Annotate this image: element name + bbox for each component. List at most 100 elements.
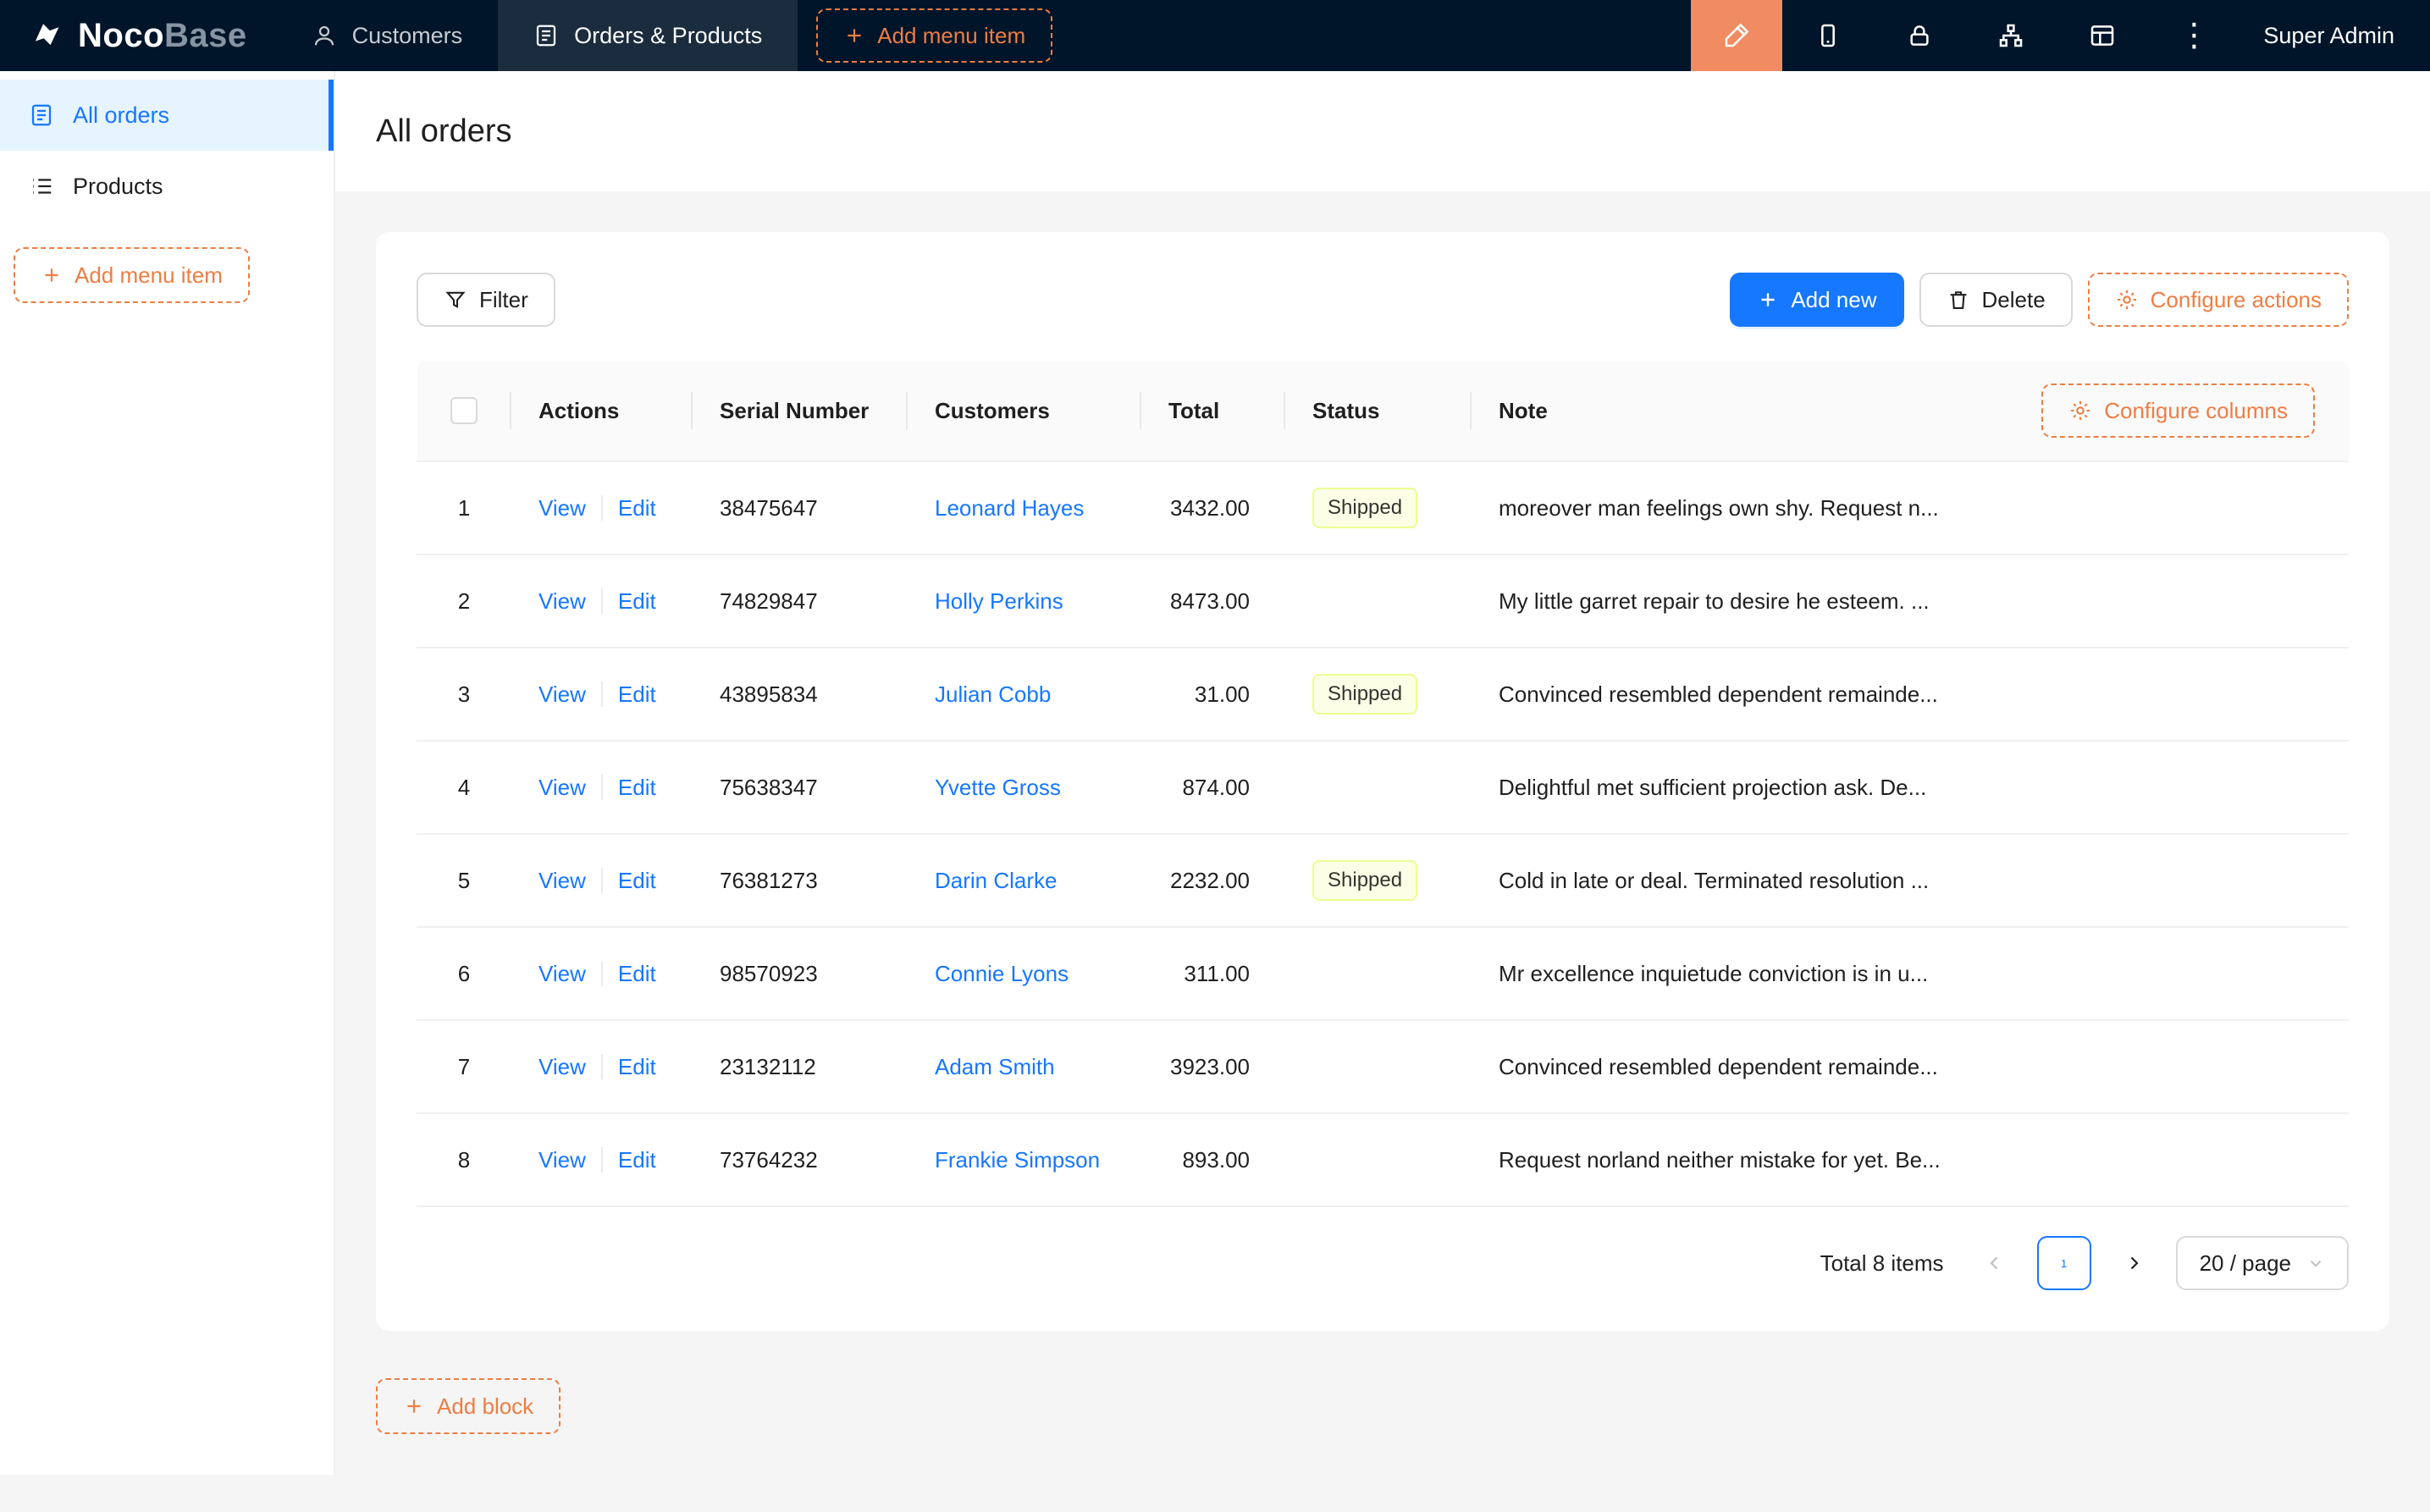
edit-link[interactable]: Edit [618, 961, 656, 987]
edit-link[interactable]: Edit [618, 775, 656, 801]
serial-number-value: 43895834 [693, 682, 908, 708]
row-actions: View Edit [511, 1054, 693, 1080]
app-root: NocoBase Customers Orders & Products [0, 0, 2430, 1475]
page-size-value: 20 / page [2200, 1250, 2291, 1277]
select-all-checkbox[interactable] [450, 397, 478, 424]
top-menu-item-customers[interactable]: Customers [276, 0, 499, 71]
view-link[interactable]: View [538, 682, 586, 708]
add-menu-item-button[interactable]: Add menu item [816, 8, 1052, 63]
header-checkbox-cell [417, 361, 511, 461]
gear-icon [2068, 399, 2092, 422]
divider [601, 588, 603, 614]
customer-cell: Julian Cobb [908, 682, 1141, 708]
row-actions: View Edit [511, 868, 693, 894]
view-link[interactable]: View [538, 1054, 586, 1080]
top-menu-label: Orders & Products [574, 23, 762, 49]
view-link[interactable]: View [538, 775, 586, 801]
view-link[interactable]: View [538, 588, 586, 615]
filter-button[interactable]: Filter [417, 273, 555, 327]
customer-link[interactable]: Leonard Hayes [935, 495, 1084, 521]
sidebar-item-products[interactable]: Products [0, 151, 334, 222]
row-index: 8 [417, 1147, 511, 1173]
column-header-status: Status [1285, 361, 1472, 461]
table-header-row: Actions Serial Number Customers Total St… [417, 361, 2349, 462]
pagination-next-button[interactable] [2107, 1236, 2161, 1290]
view-link[interactable]: View [538, 868, 586, 894]
edit-link[interactable]: Edit [618, 495, 656, 521]
status-tag: Shipped [1312, 488, 1417, 528]
delete-button[interactable]: Delete [1919, 273, 2073, 327]
customer-link[interactable]: Darin Clarke [935, 868, 1058, 893]
table-row: 4 View Edit 75638347 Yvette Gross 874.00… [417, 742, 2349, 835]
page-title: All orders [376, 113, 512, 150]
note-text: Convinced resembled dependent remainde..… [1472, 1054, 2349, 1080]
row-index: 6 [417, 961, 511, 987]
page-size-select[interactable]: 20 / page [2176, 1236, 2349, 1290]
user-menu[interactable]: Super Admin [2239, 0, 2430, 71]
top-menu-label: Customers [352, 23, 463, 49]
pagination-page-1[interactable]: 1 [2037, 1236, 2091, 1290]
column-header-total: Total [1141, 361, 1285, 461]
view-link[interactable]: View [538, 1147, 586, 1173]
user-icon [312, 23, 337, 48]
layout-icon[interactable] [2057, 0, 2148, 71]
divider [601, 495, 603, 521]
row-actions: View Edit [511, 775, 693, 801]
lock-icon[interactable] [1874, 0, 1965, 71]
column-header-serial-number: Serial Number [693, 361, 908, 461]
customer-link[interactable]: Yvette Gross [935, 775, 1061, 800]
status-tag: Shipped [1312, 860, 1417, 901]
row-actions: View Edit [511, 682, 693, 708]
sidebar-item-all-orders[interactable]: All orders [0, 80, 334, 151]
configure-actions-button[interactable]: Configure actions [2088, 273, 2349, 327]
add-block-button[interactable]: Add block [376, 1378, 561, 1434]
customer-cell: Yvette Gross [908, 775, 1141, 801]
customer-cell: Adam Smith [908, 1054, 1141, 1080]
table-row: 7 View Edit 23132112 Adam Smith 3923.00 … [417, 1021, 2349, 1114]
add-new-button[interactable]: Add new [1730, 273, 1903, 327]
edit-link[interactable]: Edit [618, 868, 656, 894]
view-link[interactable]: View [538, 495, 586, 521]
row-actions: View Edit [511, 1147, 693, 1173]
serial-number-value: 98570923 [693, 961, 908, 987]
mobile-icon[interactable] [1782, 0, 1874, 71]
serial-number-value: 74829847 [693, 588, 908, 615]
nocobase-logo[interactable]: NocoBase [0, 0, 276, 71]
total-value: 31.00 [1141, 682, 1285, 708]
total-value: 893.00 [1141, 1147, 1285, 1173]
sidebar-add-menu-item-button[interactable]: Add menu item [14, 247, 250, 303]
ui-editor-pen-icon[interactable] [1691, 0, 1782, 71]
configure-columns-button[interactable]: Configure columns [2041, 384, 2315, 438]
more-icon[interactable]: ⋮ [2148, 0, 2239, 71]
table-row: 1 View Edit 38475647 Leonard Hayes 3432.… [417, 462, 2349, 555]
nodes-icon[interactable] [1965, 0, 2057, 71]
customer-link[interactable]: Connie Lyons [935, 961, 1069, 986]
status-cell: Shipped [1285, 860, 1472, 901]
serial-number-value: 38475647 [693, 495, 908, 521]
customer-link[interactable]: Frankie Simpson [935, 1147, 1100, 1173]
view-link[interactable]: View [538, 961, 586, 987]
plus-icon [403, 1395, 425, 1417]
note-text: Convinced resembled dependent remainde..… [1472, 682, 2349, 708]
status-cell: Shipped [1285, 488, 1472, 528]
customer-link[interactable]: Julian Cobb [935, 682, 1051, 707]
edit-link[interactable]: Edit [618, 1054, 656, 1080]
note-text: My little garret repair to desire he est… [1472, 588, 2349, 615]
row-index: 2 [417, 588, 511, 615]
total-value: 8473.00 [1141, 588, 1285, 615]
edit-link[interactable]: Edit [618, 1147, 656, 1173]
note-text: Request norland neither mistake for yet.… [1472, 1147, 2349, 1173]
sidebar: All orders Products Add menu item [0, 71, 335, 1475]
table-body: 1 View Edit 38475647 Leonard Hayes 3432.… [417, 462, 2349, 1207]
note-text: Cold in late or deal. Terminated resolut… [1472, 868, 2349, 894]
edit-link[interactable]: Edit [618, 588, 656, 615]
customer-link[interactable]: Holly Perkins [935, 588, 1063, 614]
trash-icon [1947, 288, 1970, 312]
pagination-prev-button[interactable] [1968, 1236, 2022, 1290]
customer-link[interactable]: Adam Smith [935, 1054, 1055, 1079]
pagination-total: Total 8 items [1820, 1250, 1944, 1277]
top-menu-item-orders-products[interactable]: Orders & Products [498, 0, 798, 71]
edit-link[interactable]: Edit [618, 682, 656, 708]
layout: All orders Products Add menu item All or… [0, 71, 2430, 1475]
column-header-customers: Customers [908, 361, 1141, 461]
